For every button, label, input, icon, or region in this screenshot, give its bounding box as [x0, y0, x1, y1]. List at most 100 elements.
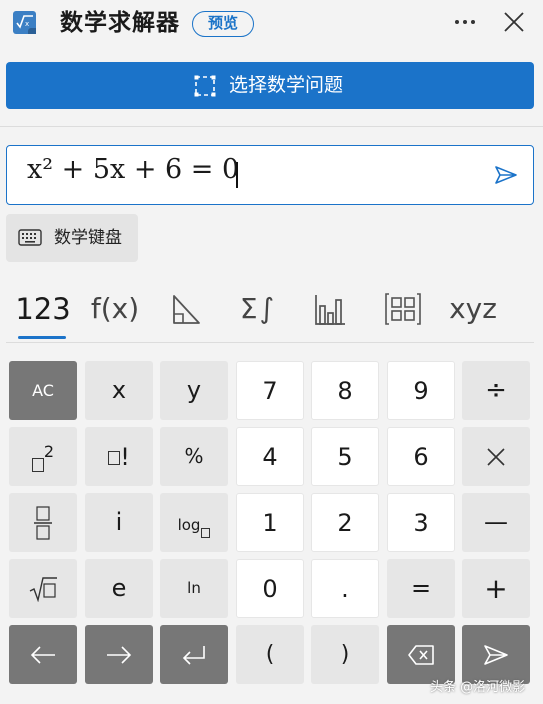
more-horizontal-icon [455, 20, 475, 24]
key-right-paren-label: ) [340, 642, 350, 667]
backspace-icon [408, 644, 434, 665]
key-ln[interactable]: ln [160, 559, 228, 618]
key-imaginary-label: i [115, 508, 123, 536]
key-factorial-label: ! [120, 443, 130, 471]
key-2[interactable]: 2 [311, 493, 379, 552]
key-minus[interactable]: — [462, 493, 530, 552]
key-4-label: 4 [262, 443, 278, 471]
key-y-label: y [186, 376, 202, 404]
matrix-icon [385, 293, 421, 325]
key-euler[interactable]: e [85, 559, 153, 618]
math-solver-icon: x [13, 11, 36, 34]
key-square[interactable]: 2 [9, 427, 77, 486]
key-8[interactable]: 8 [311, 361, 379, 420]
tab-variables-label: xyz [449, 292, 497, 325]
key-factorial[interactable]: ! [85, 427, 153, 486]
key-right-paren[interactable]: ) [311, 625, 379, 684]
tab-functions[interactable]: f(x) [88, 284, 142, 334]
key-all-clear[interactable]: AC [9, 361, 77, 420]
more-options-button[interactable] [450, 8, 480, 38]
key-4[interactable]: 4 [236, 427, 304, 486]
placeholder-box-icon [201, 528, 211, 538]
tab-matrices[interactable] [382, 284, 424, 334]
key-6[interactable]: 6 [387, 427, 455, 486]
key-plus[interactable]: + [462, 559, 530, 618]
key-3[interactable]: 3 [387, 493, 455, 552]
tab-calculus-label: Σ∫ [239, 292, 277, 325]
key-9[interactable]: 9 [387, 361, 455, 420]
square-root-icon [29, 576, 57, 602]
send-arrow-icon [484, 644, 508, 665]
placeholder-box-icon [108, 451, 121, 465]
tab-divider [6, 342, 534, 343]
selection-frame-icon [194, 75, 216, 97]
key-8-label: 8 [337, 377, 353, 405]
submit-equation-button[interactable] [493, 162, 519, 188]
geometry-triangle-icon [173, 295, 200, 324]
select-math-problem-label: 选择数学问题 [229, 74, 344, 96]
key-cursor-right[interactable] [85, 625, 153, 684]
preview-badge: 预览 [192, 11, 254, 37]
key-0[interactable]: 0 [236, 559, 304, 618]
key-equals-label: = [410, 574, 432, 602]
key-x[interactable]: x [85, 361, 153, 420]
key-ln-label: ln [187, 579, 201, 597]
tab-statistics[interactable] [310, 284, 350, 334]
tab-numbers-label: 123 [15, 292, 71, 326]
key-percent[interactable]: % [160, 427, 228, 486]
key-divide[interactable]: ÷ [462, 361, 530, 420]
fraction-icon [34, 505, 52, 540]
tab-numbers[interactable]: 123 [14, 284, 72, 334]
key-divide-label: ÷ [485, 375, 507, 405]
key-percent-label: % [184, 444, 204, 468]
key-1-label: 1 [262, 509, 278, 537]
math-keyboard-button[interactable]: 数学键盘 [6, 214, 138, 262]
right-arrow-icon [107, 645, 132, 664]
close-icon [504, 12, 524, 32]
enter-icon [182, 645, 205, 665]
key-square-exponent: 2 [43, 441, 55, 461]
key-imaginary[interactable]: i [85, 493, 153, 552]
equation-input[interactable]: x² + 5x + 6 = 0 [6, 145, 534, 205]
key-plus-label: + [484, 572, 508, 605]
select-math-problem-button[interactable]: 选择数学问题 [6, 62, 534, 109]
key-x-label: x [111, 376, 127, 404]
key-left-paren-label: ( [265, 642, 275, 667]
key-cursor-left[interactable] [9, 625, 77, 684]
key-log-label: log [177, 516, 201, 534]
tab-variables[interactable]: xyz [448, 284, 498, 334]
tab-geometry[interactable] [163, 284, 207, 334]
key-euler-label: e [111, 574, 127, 602]
key-all-clear-label: AC [32, 381, 54, 400]
key-3-label: 3 [413, 509, 429, 537]
key-7[interactable]: 7 [236, 361, 304, 420]
key-6-label: 6 [413, 443, 429, 471]
math-keyboard-label: 数学键盘 [54, 228, 122, 248]
key-5[interactable]: 5 [311, 427, 379, 486]
equation-text: x² + 5x + 6 = 0 [27, 154, 240, 185]
key-0-label: 0 [262, 575, 278, 603]
key-left-paren[interactable]: ( [236, 625, 304, 684]
tab-calculus[interactable]: Σ∫ [236, 284, 280, 334]
key-5-label: 5 [337, 443, 353, 471]
divider [0, 126, 543, 127]
key-y[interactable]: y [160, 361, 228, 420]
multiply-icon [487, 447, 505, 466]
placeholder-box-icon [31, 457, 44, 472]
key-equals[interactable]: = [387, 559, 455, 618]
key-enter[interactable] [160, 625, 228, 684]
key-2-label: 2 [337, 509, 353, 537]
key-fraction[interactable] [9, 493, 77, 552]
key-log[interactable]: log [160, 493, 228, 552]
close-button[interactable] [499, 8, 529, 38]
key-square-root[interactable] [9, 559, 77, 618]
key-decimal[interactable]: . [311, 559, 379, 618]
bar-chart-icon [315, 295, 345, 325]
tab-functions-label: f(x) [90, 292, 140, 325]
key-1[interactable]: 1 [236, 493, 304, 552]
text-caret [236, 162, 238, 188]
svg-text:x: x [25, 20, 29, 28]
watermark: 头条 @洛河微影 [430, 680, 526, 695]
key-multiply[interactable] [462, 427, 530, 486]
key-decimal-label: . [341, 575, 349, 603]
